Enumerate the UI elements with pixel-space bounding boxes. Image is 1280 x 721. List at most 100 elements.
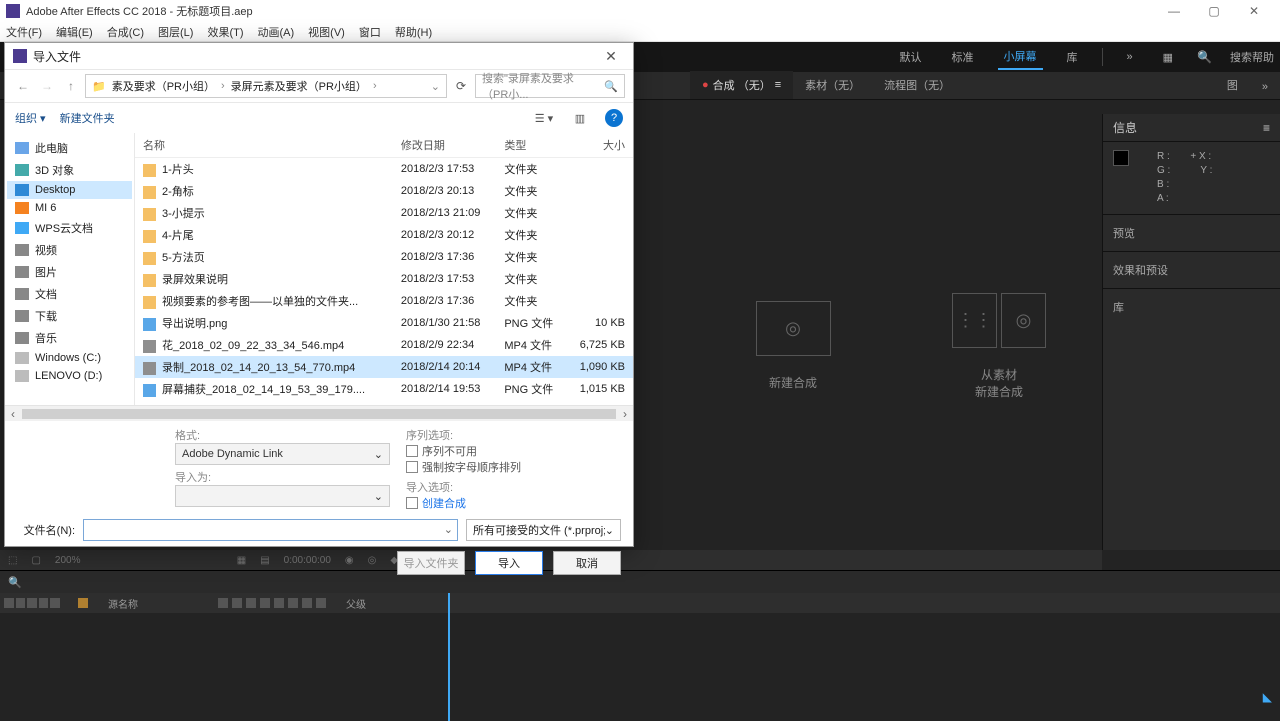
file-list[interactable]: 名称 修改日期 类型 大小 1-片头2018/2/3 17:53文件夹2-角标2… (135, 133, 633, 405)
layer-color-icon[interactable] (78, 598, 88, 608)
tab-graphic[interactable]: 图 (1215, 71, 1250, 99)
preview-pane-button[interactable]: ▥ (569, 109, 591, 127)
chevron-right-icon[interactable]: › (373, 80, 377, 92)
filename-input[interactable]: ⌄ (83, 519, 458, 541)
help-icon[interactable]: ? (605, 109, 623, 127)
new-from-footage-dropzone[interactable]: ⋮⋮◎ 从素材新建合成 (896, 142, 1102, 550)
col-type[interactable]: 类型 (496, 133, 566, 158)
file-row[interactable]: 5-方法页2018/2/3 17:36文件夹 (135, 246, 633, 268)
menu-comp[interactable]: 合成(C) (107, 24, 144, 40)
menu-window[interactable]: 窗口 (359, 24, 381, 40)
help-search-icon[interactable]: 🔍 (1197, 50, 1212, 64)
col-size[interactable]: 大小 (567, 133, 633, 158)
nav-back-button[interactable]: ← (13, 76, 33, 96)
nav-item[interactable]: WPS云文档 (7, 217, 132, 239)
tab-overflow-icon[interactable]: » (1250, 75, 1280, 99)
dialog-close-button[interactable]: ✕ (597, 48, 625, 65)
file-row[interactable]: 花_2018_02_09_22_33_34_546.mp42018/2/9 22… (135, 334, 633, 356)
importas-combo[interactable]: ⌄ (175, 485, 390, 507)
workspace-chevrons-icon[interactable]: » (1121, 47, 1139, 67)
nav-item[interactable]: MI 6 (7, 199, 132, 217)
nav-item[interactable]: 此电脑 (7, 137, 132, 159)
scroll-left-icon[interactable]: ‹ (5, 407, 21, 421)
workspace-default[interactable]: 默认 (894, 45, 928, 69)
horizontal-scrollbar[interactable]: ‹ › (5, 405, 633, 421)
import-button[interactable]: 导入 (475, 551, 543, 575)
menu-help[interactable]: 帮助(H) (395, 24, 432, 40)
new-comp-dropzone[interactable]: ◎ 新建合成 (690, 142, 896, 550)
info-readout: R : G : B : A : + X : Y : (1103, 142, 1280, 214)
format-combo[interactable]: Adobe Dynamic Link⌄ (175, 443, 390, 465)
file-row[interactable]: 2-角标2018/2/3 20:13文件夹 (135, 180, 633, 202)
timeline-track-area[interactable]: ◣ (0, 613, 1280, 721)
nav-item[interactable]: 下载 (7, 305, 132, 327)
nav-item[interactable]: 视频 (7, 239, 132, 261)
import-folder-button[interactable]: 导入文件夹 (397, 551, 465, 575)
panel-menu-icon[interactable]: ≡ (775, 79, 781, 91)
tab-footage[interactable]: 素材（无） (793, 71, 872, 99)
col-date[interactable]: 修改日期 (393, 133, 496, 158)
file-row[interactable]: 4-片尾2018/2/3 20:12文件夹 (135, 224, 633, 246)
source-name-col[interactable]: 源名称 (108, 596, 138, 611)
nav-fwd-button[interactable]: → (37, 76, 57, 96)
nav-item[interactable]: Windows (C:) (7, 349, 132, 367)
file-row[interactable]: 视频要素的参考图——以单独的文件夹...2018/2/3 17:36文件夹 (135, 290, 633, 312)
menu-file[interactable]: 文件(F) (6, 24, 42, 40)
nav-up-button[interactable]: ↑ (61, 76, 81, 96)
preview-section[interactable]: 预览 (1103, 214, 1280, 251)
nav-item[interactable]: 文档 (7, 283, 132, 305)
panel-menu-icon[interactable]: ≡ (1263, 121, 1270, 135)
folder-search-input[interactable]: 搜索"录屏素及要求（PR小... 🔍 (475, 74, 625, 98)
file-row[interactable]: 导出说明.png2018/1/30 21:58PNG 文件10 KB (135, 312, 633, 334)
nav-tree[interactable]: 此电脑3D 对象DesktopMI 6WPS云文档视频图片文档下载音乐Windo… (5, 133, 135, 405)
help-search-placeholder[interactable]: 搜索帮助 (1230, 49, 1274, 65)
menu-view[interactable]: 视图(V) (308, 24, 345, 40)
menu-effect[interactable]: 效果(T) (207, 24, 243, 40)
library-section[interactable]: 库 (1103, 288, 1280, 325)
file-row[interactable]: 录制_2018_02_14_20_13_54_770.mp42018/2/14 … (135, 356, 633, 378)
menu-layer[interactable]: 图层(L) (158, 24, 193, 40)
create-comp-checkbox[interactable] (406, 497, 418, 509)
scroll-thumb[interactable] (22, 409, 616, 419)
force-alpha-checkbox[interactable] (406, 461, 418, 473)
workspace-library[interactable]: 库 (1061, 45, 1084, 69)
parent-col[interactable]: 父级 (346, 596, 366, 611)
filetype-combo[interactable]: 所有可接受的文件 (*.prproj;*.c ⌄ (466, 519, 621, 541)
view-mode-button[interactable]: ☰ ▾ (533, 109, 555, 127)
nav-item[interactable]: 音乐 (7, 327, 132, 349)
chevron-right-icon[interactable]: › (221, 80, 225, 92)
refresh-button[interactable]: ⟳ (451, 76, 471, 96)
workspace-grid-icon[interactable]: ▦ (1157, 47, 1179, 68)
nav-item[interactable]: 3D 对象 (7, 159, 132, 181)
col-name[interactable]: 名称 (135, 133, 393, 158)
nav-item[interactable]: 图片 (7, 261, 132, 283)
menu-edit[interactable]: 编辑(E) (56, 24, 93, 40)
minimize-button[interactable]: — (1154, 0, 1194, 22)
effects-section[interactable]: 效果和预设 (1103, 251, 1280, 288)
nav-item[interactable]: Desktop (7, 181, 132, 199)
nav-item[interactable]: LENOVO (D:) (7, 367, 132, 385)
close-button[interactable]: ✕ (1234, 0, 1274, 22)
chevron-down-icon[interactable]: ⌄ (431, 80, 440, 93)
file-row[interactable]: 1-片头2018/2/3 17:53文件夹 (135, 158, 633, 181)
layer-toggle-icons[interactable] (0, 598, 60, 608)
breadcrumb[interactable]: 📁 素及要求（PR小组） › 录屏元素及要求（PR小组） › ⌄ (85, 74, 447, 98)
cancel-button[interactable]: 取消 (553, 551, 621, 575)
info-panel-tab[interactable]: 信息 (1113, 119, 1137, 136)
file-row[interactable]: 3-小提示2018/2/13 21:09文件夹 (135, 202, 633, 224)
switch-icons[interactable] (218, 598, 326, 608)
workspace-standard[interactable]: 标准 (946, 45, 980, 69)
tab-composition[interactable]: ●合成 （无）≡ (690, 71, 793, 99)
organize-button[interactable]: 组织 ▾ (15, 110, 46, 126)
new-folder-button[interactable]: 新建文件夹 (60, 110, 115, 126)
timeline-handle-icon[interactable]: ◣ (1263, 690, 1272, 704)
file-row[interactable]: 录屏效果说明2018/2/3 17:53文件夹 (135, 268, 633, 290)
maximize-button[interactable]: ▢ (1194, 0, 1234, 22)
file-row[interactable]: 屏幕捕获_2018_02_14_19_53_39_179....2018/2/1… (135, 378, 633, 400)
chevron-down-icon[interactable]: ⌄ (444, 523, 453, 536)
tab-flowchart[interactable]: 流程图（无） (872, 71, 962, 99)
workspace-small[interactable]: 小屏幕 (998, 44, 1043, 70)
menu-anim[interactable]: 动画(A) (258, 24, 295, 40)
playhead[interactable] (448, 593, 450, 721)
scroll-right-icon[interactable]: › (617, 407, 633, 421)
